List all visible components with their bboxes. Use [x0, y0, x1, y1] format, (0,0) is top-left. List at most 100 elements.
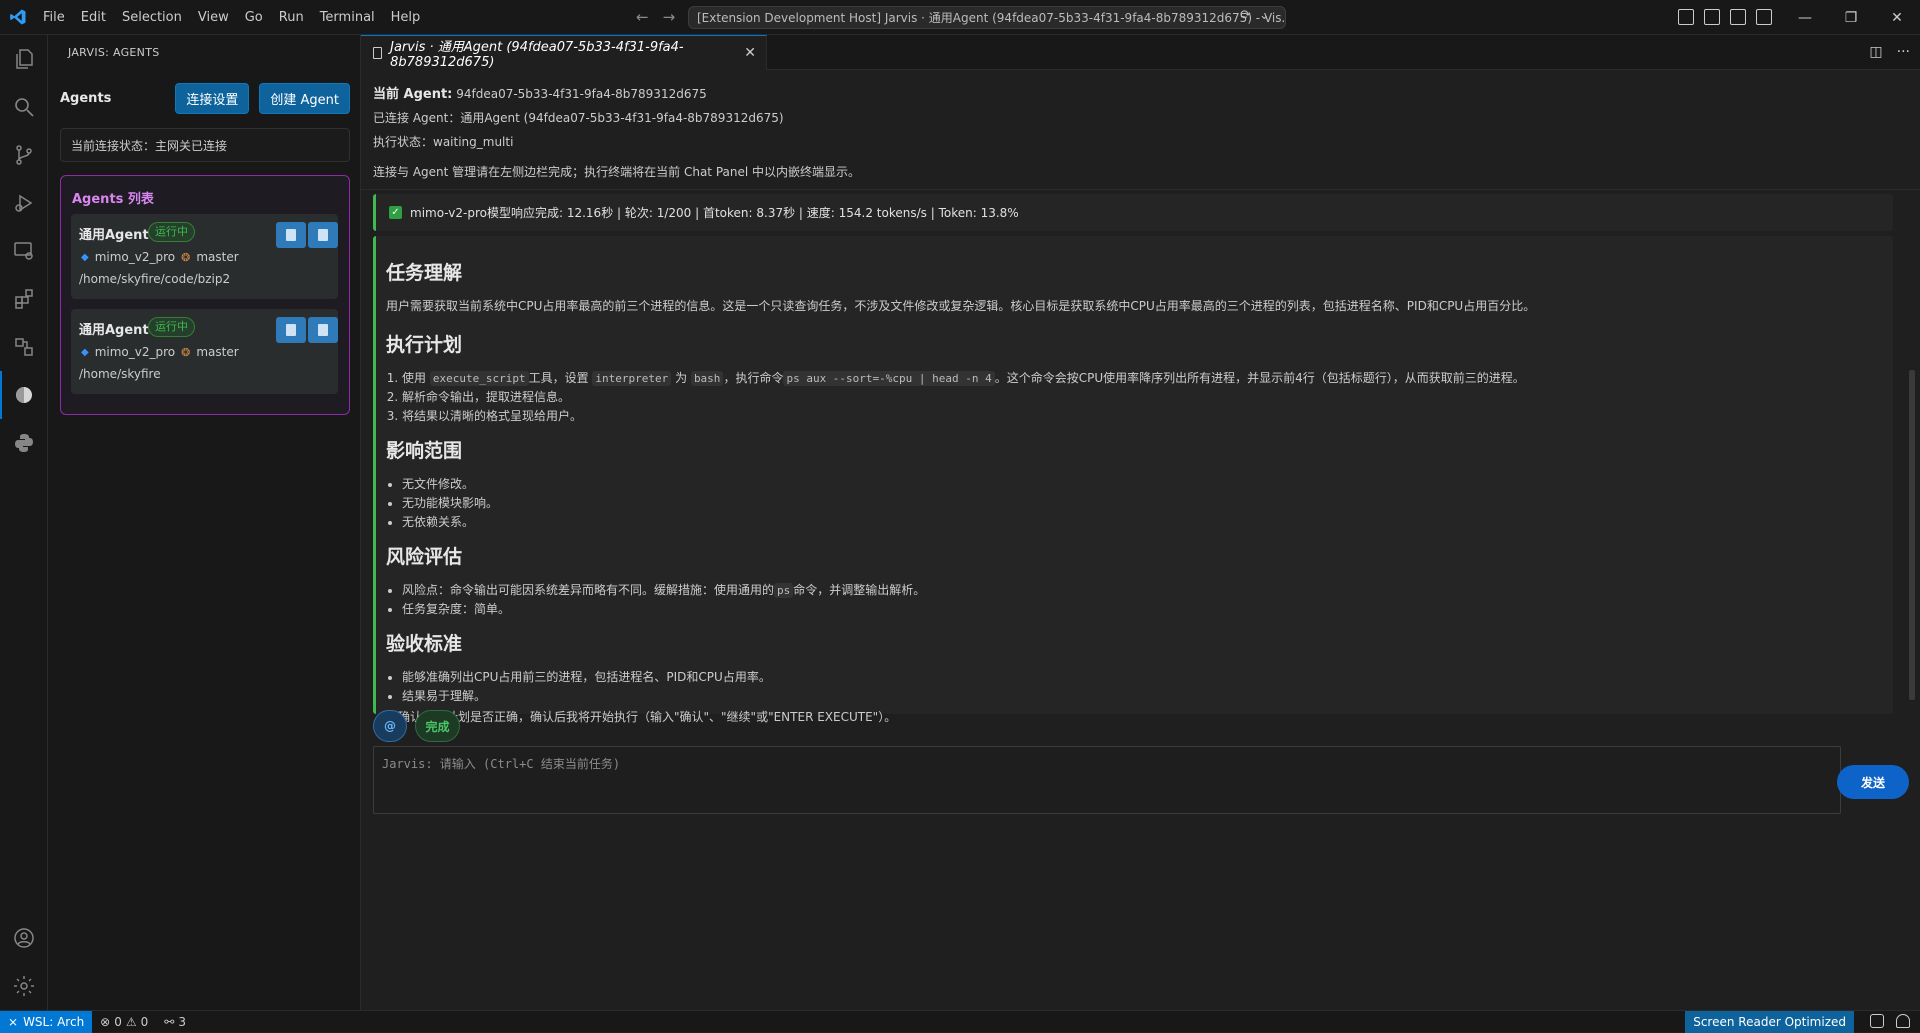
- close-window-icon[interactable]: ✕: [1874, 0, 1920, 35]
- notifications-bell-icon[interactable]: [1896, 1014, 1910, 1028]
- chat-input-placeholder: Jarvis: 请输入 (Ctrl+C 结束当前任务): [382, 757, 621, 771]
- ports-indicator[interactable]: ⚯ 3: [156, 1015, 194, 1029]
- delete-agent-button[interactable]: [308, 317, 338, 343]
- remote-explorer-icon[interactable]: [0, 227, 48, 275]
- error-icon: ⊗: [100, 1014, 111, 1029]
- extensions-icon[interactable]: [0, 275, 48, 323]
- heading-execution-plan: 执行计划: [386, 334, 463, 356]
- status-bar: ⨯ WSL: Arch ⊗ 0 ⚠ 0 ⚯ 3 Screen Reader Op…: [0, 1010, 1920, 1033]
- copilot-status-icon[interactable]: [1870, 1014, 1884, 1028]
- tab-jarvis-agent[interactable]: Jarvis · 通用Agent (94fdea07-5b33-4f31-9fa…: [361, 35, 767, 70]
- agent-branch: master: [196, 250, 239, 264]
- activity-bar: [0, 35, 48, 1010]
- split-editor-icon[interactable]: ◫: [1869, 44, 1882, 60]
- search-icon[interactable]: [0, 83, 48, 131]
- connect-settings-button[interactable]: 连接设置: [175, 82, 250, 114]
- list-item: 无功能模块影响。: [402, 494, 1883, 513]
- done-chip[interactable]: 完成: [415, 710, 460, 742]
- customize-layout-icon[interactable]: [1678, 9, 1694, 25]
- menu-run[interactable]: Run: [271, 0, 312, 35]
- tab-bar: Jarvis · 通用Agent (94fdea07-5b33-4f31-9fa…: [361, 35, 1920, 70]
- toggle-secondary-sidebar-icon[interactable]: [1756, 9, 1772, 25]
- panel-hint: 连接与 Agent 管理请在左侧边栏完成；执行终端将在当前 Chat Panel…: [373, 165, 861, 179]
- copilot-icon[interactable]: ⟳: [1240, 8, 1251, 23]
- heading-risk: 风险评估: [386, 546, 463, 568]
- execution-plan-list: 使用 execute_script工具，设置 interpreter 为 bas…: [386, 369, 1883, 426]
- menu-help[interactable]: Help: [383, 0, 429, 35]
- toggle-primary-sidebar-icon[interactable]: [1704, 9, 1720, 25]
- menu-file[interactable]: File: [35, 0, 73, 35]
- list-item: 任务复杂度：简单。: [402, 600, 1883, 619]
- agent-card[interactable]: 通用Agent 运行中 ◆ mimo_v2_pro ❂ master /home…: [71, 309, 338, 394]
- agent-name: 通用Agent: [79, 228, 149, 243]
- clipboard-icon: [286, 324, 296, 336]
- agent-meta: ◆ mimo_v2_pro ❂ master: [81, 345, 239, 359]
- more-actions-icon[interactable]: ···: [1897, 44, 1910, 60]
- jarvis-icon[interactable]: [0, 371, 48, 419]
- back-arrow-icon[interactable]: ←: [636, 8, 649, 26]
- list-item: 解析命令输出，提取进程信息。: [402, 388, 1883, 407]
- create-agent-button[interactable]: 创建 Agent: [259, 82, 350, 114]
- chevron-down-icon[interactable]: ⌄: [1259, 8, 1270, 23]
- model-diamond-icon: ◆: [81, 251, 89, 263]
- window-controls: — ❐ ✕: [1782, 0, 1920, 35]
- menu-selection[interactable]: Selection: [114, 0, 190, 35]
- agent-branch: master: [196, 345, 239, 359]
- forward-arrow-icon[interactable]: →: [663, 8, 676, 26]
- source-control-icon[interactable]: [0, 131, 48, 179]
- agent-path: /home/skyfire: [79, 367, 161, 381]
- copy-agent-button[interactable]: [276, 222, 306, 248]
- menu-view[interactable]: View: [190, 0, 237, 35]
- menu-go[interactable]: Go: [237, 0, 271, 35]
- menu-terminal[interactable]: Terminal: [312, 0, 383, 35]
- current-agent-id: 94fdea07-5b33-4f31-9fa4-8b789312d675: [456, 87, 707, 101]
- scope-list: 无文件修改。 无功能模块影响。 无依赖关系。: [386, 475, 1883, 532]
- editor-actions: ◫ ···: [1869, 44, 1910, 60]
- close-tab-icon[interactable]: ✕: [744, 45, 756, 61]
- screen-reader-indicator[interactable]: Screen Reader Optimized: [1685, 1011, 1854, 1033]
- command-center[interactable]: [Extension Development Host] Jarvis · 通用…: [688, 6, 1286, 29]
- chat-scrollbar[interactable]: [1906, 195, 1920, 735]
- run-debug-icon[interactable]: [0, 179, 48, 227]
- toggle-panel-icon[interactable]: [1730, 9, 1746, 25]
- agents-header: Agents 连接设置 创建 Agent: [60, 82, 350, 114]
- explorer-icon[interactable]: [0, 35, 48, 83]
- copy-agent-button[interactable]: [276, 317, 306, 343]
- task-understanding-text: 用户需要获取当前系统中CPU占用率最高的前三个进程的信息。这是一个只读查询任务，…: [386, 299, 1536, 313]
- manage-gear-icon[interactable]: [0, 962, 48, 1010]
- list-item: 结果易于理解。: [402, 687, 1883, 706]
- accounts-icon[interactable]: [0, 914, 48, 962]
- agent-card[interactable]: 通用Agent 运行中 ◆ mimo_v2_pro ❂ master /home…: [71, 214, 338, 299]
- problems-indicator[interactable]: ⊗ 0 ⚠ 0: [92, 1015, 156, 1029]
- file-icon: [373, 47, 383, 59]
- ports-icon: ⚯: [164, 1014, 175, 1029]
- vscode-logo-icon: [0, 0, 35, 35]
- mention-chip[interactable]: @: [373, 710, 407, 742]
- python-icon[interactable]: [0, 419, 48, 467]
- list-item: 将结果以清晰的格式呈现给用户。: [402, 407, 1883, 426]
- menu-edit[interactable]: Edit: [73, 0, 114, 35]
- divider: [361, 189, 1920, 190]
- checkmark-icon: ✓: [389, 206, 402, 219]
- list-item: 使用 execute_script工具，设置 interpreter 为 bas…: [402, 369, 1883, 388]
- sidebar-title: JARVIS: AGENTS: [68, 46, 160, 59]
- menu-bar: File Edit Selection View Go Run Terminal…: [35, 0, 428, 35]
- trash-icon: [318, 324, 328, 336]
- activity-bar-bottom: [0, 914, 48, 1010]
- title-bar: File Edit Selection View Go Run Terminal…: [0, 0, 1920, 35]
- current-agent-label: 当前 Agent:: [373, 87, 453, 102]
- scrollbar-thumb[interactable]: [1909, 370, 1915, 700]
- branch-icon: ❂: [181, 250, 191, 264]
- confirm-text: 请确认以上计划是否正确，确认后我将开始执行（输入"确认"、"继续"或"ENTER…: [386, 710, 897, 724]
- heading-scope: 影响范围: [386, 440, 463, 462]
- restore-icon[interactable]: ❐: [1828, 0, 1874, 35]
- minimize-icon[interactable]: —: [1782, 0, 1828, 35]
- testing-icon[interactable]: [0, 323, 48, 371]
- delete-agent-button[interactable]: [308, 222, 338, 248]
- agents-heading: Agents: [60, 90, 112, 106]
- chat-input[interactable]: Jarvis: 请输入 (Ctrl+C 结束当前任务): [373, 746, 1841, 814]
- risk-list: 风险点：命令输出可能因系统差异而略有不同。缓解措施：使用通用的ps命令，并调整输…: [386, 581, 1883, 619]
- send-button[interactable]: 发送: [1837, 765, 1909, 799]
- agent-name: 通用Agent: [79, 323, 149, 338]
- remote-indicator[interactable]: ⨯ WSL: Arch: [0, 1010, 93, 1033]
